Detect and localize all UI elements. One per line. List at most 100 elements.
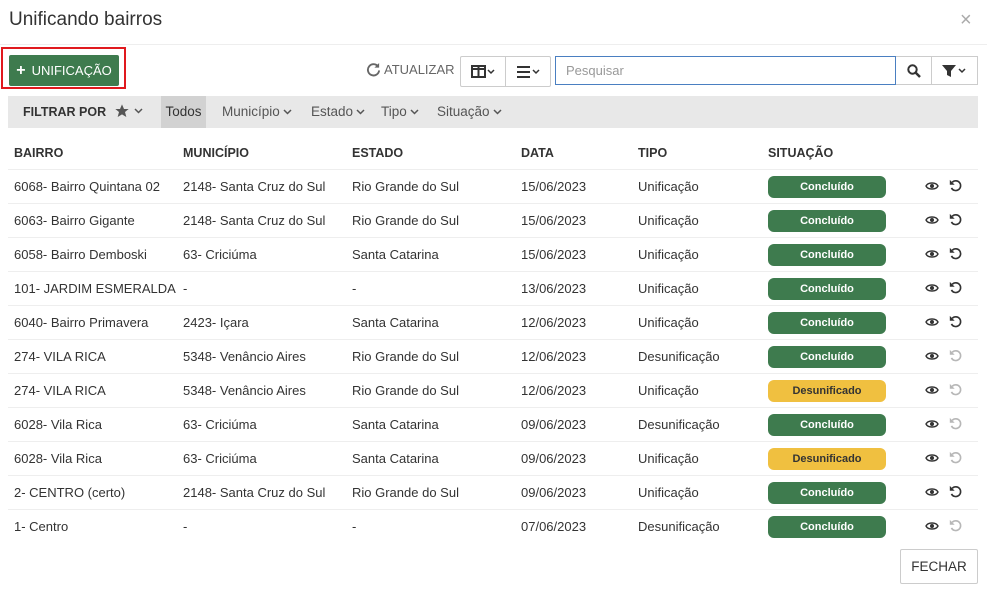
cell-tipo: Unificação [632,441,762,476]
eye-icon[interactable] [925,451,939,466]
table-row[interactable]: 6063- Bairro Gigante 2148- Santa Cruz do … [8,203,978,238]
search-input[interactable]: Pesquisar [555,56,896,85]
chevron-down-icon [283,108,292,115]
cell-bairro: 6063- Bairro Gigante [8,203,177,238]
eye-icon[interactable] [925,315,939,330]
cell-estado: - [346,271,515,306]
status-badge: Concluído [768,277,886,300]
cell-bairro: 101- JARDIM ESMERALDA [8,271,177,306]
refresh-button[interactable]: ATUALIZAR [366,62,455,77]
cell-situacao: Concluído [762,407,907,442]
undo-icon[interactable] [949,247,962,263]
dialog-title: Unificando bairros [9,9,163,30]
undo-icon[interactable] [949,485,962,501]
cell-bairro: 2- CENTRO (certo) [8,475,177,510]
search-button[interactable] [896,56,932,85]
cell-tipo: Unificação [632,237,762,272]
cell-tipo: Desunificação [632,339,762,374]
eye-icon[interactable] [925,179,939,194]
table-row[interactable]: 6068- Bairro Quintana 02 2148- Santa Cruz… [8,169,978,204]
filter-tipo[interactable]: Tipo [381,104,419,119]
table-row[interactable]: 6040- Bairro Primavera 2423- Içara Santa C… [8,305,978,340]
undo-icon[interactable] [949,213,962,229]
status-badge: Concluído [768,481,886,504]
table-row[interactable]: 2- CENTRO (certo) 2148- Santa Cruz do Sul… [8,475,978,510]
eye-icon[interactable] [925,417,939,432]
cell-municipio: 2148- Santa Cruz do Sul [177,169,346,204]
cell-situacao: Concluído [762,305,907,340]
cell-data: 09/06/2023 [515,407,632,442]
table-row[interactable]: 274- VILA RICA 5348- Venâncio Aires Rio Gr… [8,339,978,374]
filter-button[interactable] [932,56,978,85]
list-options-button[interactable] [505,57,550,86]
cell-data: 12/06/2023 [515,305,632,340]
cell-tipo: Unificação [632,305,762,340]
cell-situacao: Concluído [762,475,907,510]
filter-option-label: Estado [311,104,354,119]
cell-bairro: 6058- Bairro Demboski [8,237,177,272]
cell-bairro: 274- VILA RICA [8,373,177,408]
undo-icon[interactable] [949,315,962,331]
cell-bairro: 6028- Vila Rica [8,441,177,476]
columns-button[interactable] [461,57,505,86]
eye-icon[interactable] [925,247,939,262]
eye-icon[interactable] [925,485,939,500]
cell-data: 09/06/2023 [515,475,632,510]
data-table: BAIRRO MUNICÍPIO ESTADO DATA TIPO SITUAÇ… [8,136,978,543]
cell-estado: Rio Grande do Sul [346,339,515,374]
columns-icon [471,64,495,78]
filter-option-label: Tipo [381,104,407,119]
cell-municipio: 63- Criciúma [177,237,346,272]
close-icon[interactable]: × [960,10,972,30]
column-header[interactable]: TIPO [632,136,762,170]
chevron-down-icon [410,108,419,115]
cell-situacao: Desunificado [762,373,907,408]
undo-icon[interactable] [949,179,962,195]
cell-actions [907,237,978,272]
cell-data: 15/06/2023 [515,237,632,272]
star-icon [115,104,129,117]
column-header[interactable]: MUNICÍPIO [177,136,346,170]
column-header[interactable]: SITUAÇÃO [762,136,907,170]
filter-municipio[interactable]: Município [222,104,292,119]
undo-icon [949,519,962,535]
cell-municipio: 2148- Santa Cruz do Sul [177,475,346,510]
cell-actions [907,339,978,374]
cell-municipio: 63- Criciúma [177,407,346,442]
eye-icon[interactable] [925,349,939,364]
fechar-button[interactable]: FECHAR [900,549,978,584]
filter-bar: FILTRAR POR Todos Município Estado Tipo … [8,96,978,128]
cell-estado: - [346,509,515,543]
table-row[interactable]: 1- Centro - -07/06/2023 Desunificação Conclu… [8,509,978,543]
column-header[interactable]: DATA [515,136,632,170]
table-row[interactable]: 6028- Vila Rica 63- Criciúma Santa Catarin… [8,407,978,442]
filter-situacao[interactable]: Situação [437,104,502,119]
cell-situacao: Concluído [762,203,907,238]
table-row[interactable]: 6058- Bairro Demboski 63- Criciúma Santa C… [8,237,978,272]
table-row[interactable]: 101- JARDIM ESMERALDA - -13/06/2023 Unifica… [8,271,978,306]
cell-data: 12/06/2023 [515,373,632,408]
refresh-icon [367,62,381,77]
cell-tipo: Desunificação [632,407,762,442]
undo-icon [949,383,962,399]
column-header[interactable]: ESTADO [346,136,515,170]
status-badge: Desunificado [768,447,886,470]
add-unificacao-button[interactable]: + UNIFICAÇÃO [9,55,119,86]
cell-estado: Rio Grande do Sul [346,373,515,408]
filter-todos[interactable]: Todos [161,96,206,128]
actions-header [907,136,978,170]
undo-icon[interactable] [949,281,962,297]
eye-icon[interactable] [925,383,939,398]
chevron-down-icon [493,108,502,115]
column-header[interactable]: BAIRRO [8,136,177,170]
favorites-dropdown[interactable] [114,103,143,119]
eye-icon[interactable] [925,281,939,296]
filter-estado[interactable]: Estado [311,104,365,119]
eye-icon[interactable] [925,519,939,534]
table-row[interactable]: 274- VILA RICA 5348- Venâncio Aires Rio Gr… [8,373,978,408]
status-badge: Concluído [768,175,886,198]
eye-icon[interactable] [925,213,939,228]
cell-bairro: 274- VILA RICA [8,339,177,374]
table-row[interactable]: 6028- Vila Rica 63- Criciúma Santa Catarin… [8,441,978,476]
cell-bairro: 6040- Bairro Primavera [8,305,177,340]
